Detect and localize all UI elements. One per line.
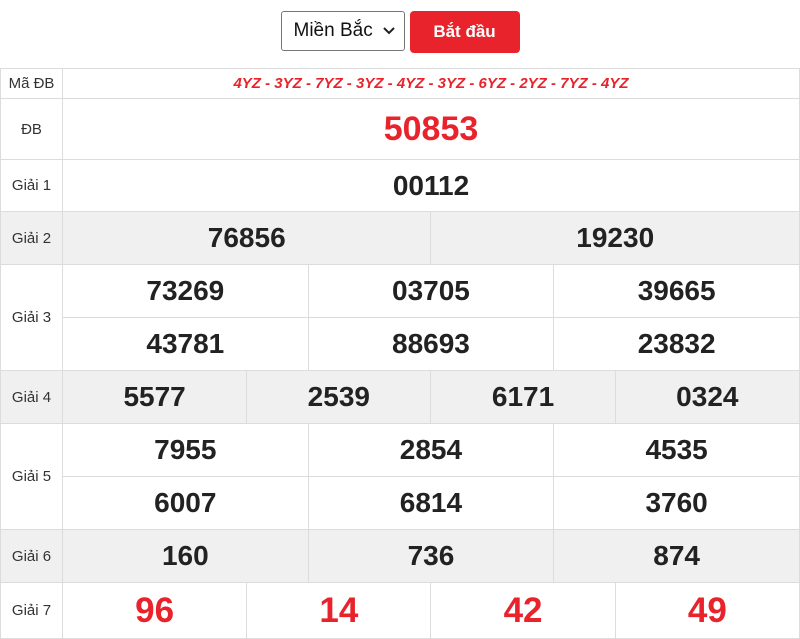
prize-6-2: 736 [307, 529, 555, 583]
prize-3-1: 73269 [62, 264, 309, 318]
label-db: ĐB [0, 98, 63, 160]
prize-1: 00112 [62, 159, 800, 212]
controls-bar: Miền Bắc Bắt đầu [0, 0, 800, 68]
row-g3-b: 43781 88693 23832 [1, 317, 800, 371]
prize-7-3: 42 [430, 582, 616, 639]
label-g5: Giải 5 [0, 423, 63, 530]
region-select-value: Miền Bắc [293, 20, 373, 41]
special-code: 4YZ - 3YZ - 7YZ - 3YZ - 4YZ - 3YZ - 6YZ … [62, 68, 800, 99]
prize-6-3: 874 [553, 529, 800, 583]
prize-2-b: 19230 [430, 211, 800, 265]
label-g7: Giải 7 [0, 582, 63, 639]
chevron-down-icon [382, 24, 396, 38]
row-db: ĐB 50853 [0, 98, 800, 160]
label-g2: Giải 2 [0, 211, 63, 265]
row-g2: Giải 2 76856 19230 [0, 211, 800, 265]
prize-7-1: 96 [61, 582, 248, 639]
label-g1: Giải 1 [0, 159, 63, 212]
prize-7-2: 14 [246, 582, 432, 639]
prize-3-5: 88693 [307, 317, 555, 371]
prize-5-5: 6814 [307, 476, 555, 530]
prize-7-4: 49 [614, 582, 800, 639]
label-g4: Giải 4 [0, 370, 63, 424]
prize-4-1: 5577 [61, 370, 248, 424]
prize-3-6: 23832 [553, 317, 800, 371]
label-g6: Giải 6 [0, 529, 63, 583]
prize-5-3: 4535 [553, 423, 800, 477]
prize-5-4: 6007 [62, 476, 309, 530]
prize-5-2: 2854 [307, 423, 555, 477]
prize-4-2: 2539 [246, 370, 432, 424]
prize-3-3: 39665 [553, 264, 800, 318]
row-g6: Giải 6 160 736 874 [0, 529, 800, 583]
prize-5-6: 3760 [553, 476, 800, 530]
row-ma-db: Mã ĐB 4YZ - 3YZ - 7YZ - 3YZ - 4YZ - 3YZ … [0, 68, 800, 99]
label-g3: Giải 3 [0, 264, 63, 371]
prize-2-a: 76856 [61, 211, 432, 265]
prize-6-1: 160 [62, 529, 309, 583]
prize-4-3: 6171 [430, 370, 616, 424]
row-g4: Giải 4 5577 2539 6171 0324 [0, 370, 800, 424]
row-g7: Giải 7 96 14 42 49 [0, 582, 800, 639]
prize-5-1: 7955 [62, 423, 309, 477]
row-g1: Giải 1 00112 [0, 159, 800, 212]
region-select[interactable]: Miền Bắc [280, 11, 405, 51]
label-ma-db: Mã ĐB [0, 68, 63, 99]
row-g3-a: Giải 3 73269 03705 39665 [0, 264, 800, 371]
results-table: Mã ĐB 4YZ - 3YZ - 7YZ - 3YZ - 4YZ - 3YZ … [0, 68, 800, 639]
prize-4-4: 0324 [614, 370, 800, 424]
special-prize: 50853 [62, 98, 800, 160]
prize-3-4: 43781 [62, 317, 309, 371]
start-button[interactable]: Bắt đầu [409, 11, 520, 53]
row-g5-b: 6007 6814 3760 [1, 476, 800, 530]
row-g5-a: Giải 5 7955 2854 4535 [0, 423, 800, 530]
prize-3-2: 03705 [307, 264, 555, 318]
